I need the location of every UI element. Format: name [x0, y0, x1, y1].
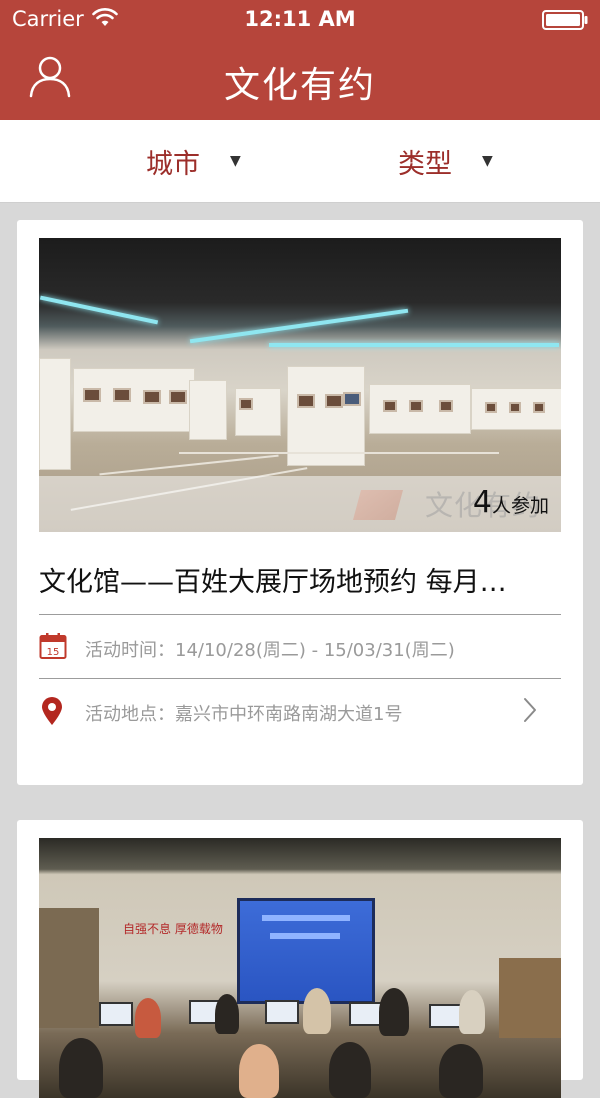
event-card[interactable]: 文化有约 4人参加 文化馆——百姓大展厅场地预约 每月… 15 活动时间：14/…: [17, 220, 583, 785]
event-time-label: 活动时间：: [85, 640, 175, 661]
event-time-text: 活动时间：14/10/28(周二) - 15/03/31(周二): [85, 636, 455, 662]
city-filter-label: 城市: [146, 148, 200, 180]
event-time-row: 15 活动时间：14/10/28(周二) - 15/03/31(周二): [39, 628, 561, 668]
projector-screen: [237, 898, 375, 1004]
library-photo: 自强不息 厚德载物: [39, 838, 561, 1098]
chevron-right-icon[interactable]: [521, 696, 539, 728]
app-header: Carrier 12:11 AM 文化有约: [0, 0, 600, 120]
clock: 12:11 AM: [244, 7, 356, 31]
participants-count: 4: [472, 485, 492, 520]
nav-bar: 文化有约: [0, 40, 600, 120]
type-filter-label: 类型: [398, 148, 452, 180]
location-pin-icon: [39, 696, 65, 730]
participants-suffix: 人参加: [491, 495, 549, 517]
event-location-value: 嘉兴市中环南路南湖大道1号: [175, 704, 403, 725]
event-time-value: 14/10/28(周二) - 15/03/31(周二): [175, 640, 455, 661]
page-title: 文化有约: [223, 65, 376, 106]
battery-icon: [542, 10, 588, 34]
type-filter-dropdown[interactable]: 类型 ▼: [398, 120, 493, 202]
wall-sign: 自强不息 厚德载物: [123, 922, 223, 936]
event-location-text: 活动地点：嘉兴市中环南路南湖大道1号: [85, 700, 402, 726]
filter-bar: 城市 ▼ 类型 ▼: [0, 120, 600, 203]
chevron-down-icon: ▼: [482, 153, 493, 169]
status-bar: Carrier 12:11 AM: [0, 0, 600, 40]
city-filter-dropdown[interactable]: 城市 ▼: [146, 120, 241, 202]
event-location-label: 活动地点：: [85, 704, 175, 725]
divider: [39, 614, 561, 615]
gallery-photo: 文化有约 4人参加: [39, 238, 561, 532]
event-image[interactable]: 自强不息 厚德载物: [39, 838, 561, 1098]
calendar-day: 15: [47, 647, 60, 658]
watermark-logo: [352, 490, 404, 520]
event-card[interactable]: 自强不息 厚德载物: [17, 820, 583, 1098]
event-image[interactable]: 文化有约 4人参加: [39, 238, 561, 532]
calendar-icon: 15: [39, 632, 67, 664]
divider: [39, 678, 561, 679]
event-title[interactable]: 文化馆——百姓大展厅场地预约 每月…: [39, 560, 561, 599]
participants-badge: 4人参加: [473, 485, 549, 520]
chevron-down-icon: ▼: [230, 153, 241, 169]
event-location-row[interactable]: 活动地点：嘉兴市中环南路南湖大道1号: [39, 692, 561, 732]
